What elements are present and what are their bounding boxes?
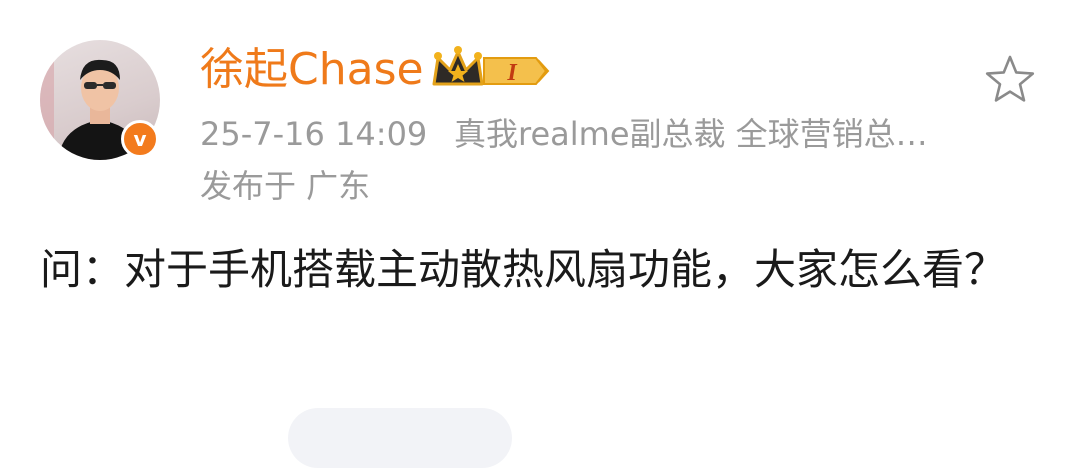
verified-icon: v [121, 120, 159, 158]
author-name[interactable]: 徐起Chase [200, 40, 424, 100]
crown-vip-icon[interactable]: I [430, 44, 552, 96]
vip-level-label: I [506, 60, 518, 86]
post-time: 25-7-16 14:09 [200, 115, 428, 153]
post-text: 问：对于手机搭载主动散热风扇功能，大家怎么看？ [40, 245, 1007, 294]
favorite-star-icon[interactable] [982, 52, 1038, 108]
author-title: 真我realme副总裁 全球营销总… [454, 115, 928, 153]
bottom-action-pill[interactable] [288, 408, 512, 468]
post-location: 发布于 广东 [200, 167, 371, 205]
